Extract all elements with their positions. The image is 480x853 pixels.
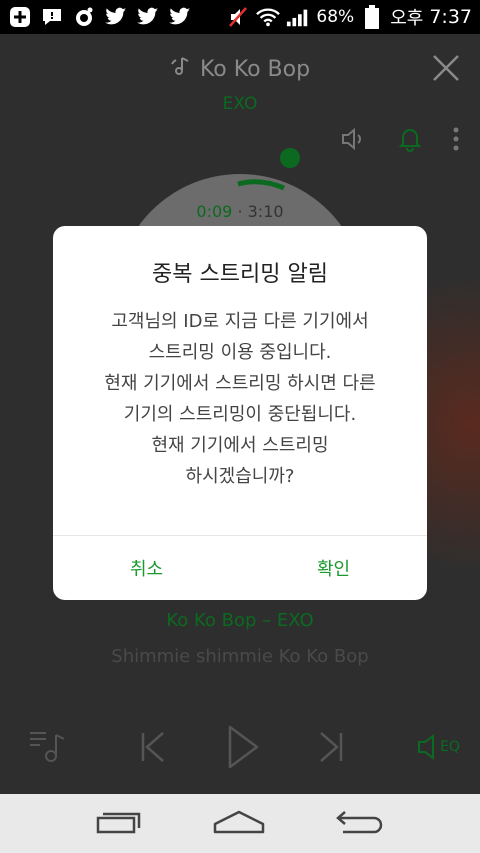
time-total: 3:10	[247, 202, 284, 221]
dialog-message-line: 고객님의 ID로 지금 다른 기기에서	[111, 311, 369, 332]
song-title-row: Ko Ko Bop	[0, 54, 480, 84]
eq-label: EQ	[440, 739, 460, 755]
cancel-button[interactable]: 취소	[53, 536, 240, 600]
dialog-message: 고객님의 ID로 지금 다른 기기에서 스트리밍 이용 중입니다. 현재 기기에…	[53, 306, 427, 492]
playlist-button[interactable]	[26, 724, 72, 770]
close-button[interactable]	[430, 52, 462, 84]
progress-arc[interactable]	[220, 142, 310, 192]
lyric-line: Shimmie shimmie Ko Ko Bop	[111, 646, 369, 667]
player-options	[340, 126, 460, 156]
android-nav-bar	[0, 794, 480, 853]
previous-button[interactable]	[132, 724, 172, 770]
recent-apps-icon	[96, 812, 140, 833]
twitter-icon	[136, 5, 160, 29]
dialog-title: 중복 스트리밍 알림	[152, 262, 328, 287]
playlist-icon	[30, 732, 65, 762]
recent-apps-button[interactable]	[95, 808, 143, 840]
dialog-message-line: 하시겠습니까?	[185, 466, 295, 487]
clock-time: 7:37	[429, 6, 472, 28]
back-icon	[336, 810, 383, 833]
time-current: 0:09	[196, 202, 233, 221]
play-icon	[228, 725, 259, 769]
signal-icon	[286, 5, 310, 29]
back-button[interactable]	[335, 808, 385, 840]
song-title: Ko Ko Bop	[199, 56, 311, 82]
dialog-message-line: 현재 기기에서 스트리밍	[151, 435, 329, 456]
confirm-button[interactable]: 확인	[240, 536, 427, 600]
home-icon	[213, 810, 265, 833]
dialog-message-line: 기기의 스트리밍이 중단됩니다.	[123, 404, 357, 425]
play-button[interactable]	[220, 724, 266, 770]
status-bar: 68% 오후 7:37	[0, 0, 480, 34]
dialog-message-line: 스트리밍 이용 중입니다.	[148, 342, 332, 363]
home-button[interactable]	[212, 808, 266, 840]
lyric-title: Ko Ko Bop – EXO	[166, 610, 314, 631]
artist-name: EXO	[222, 94, 258, 114]
bell-icon[interactable]	[398, 126, 422, 156]
next-button[interactable]	[312, 724, 352, 770]
close-icon	[433, 55, 459, 81]
battery-percent: 68%	[316, 7, 355, 27]
clock-ampm: 오후	[390, 8, 424, 29]
time-display: 0:09 · 3:10	[0, 202, 480, 221]
eq-icon	[418, 734, 435, 760]
volume-icon[interactable]	[340, 127, 368, 155]
wifi-icon	[256, 5, 281, 29]
next-icon	[320, 732, 343, 762]
battery-icon	[360, 5, 384, 29]
mute-icon	[226, 5, 250, 29]
more-icon[interactable]	[452, 126, 460, 156]
twitter-icon	[168, 5, 192, 29]
message-icon	[40, 5, 64, 29]
playback-controls: EQ	[0, 724, 480, 774]
eq-button[interactable]: EQ	[412, 724, 464, 770]
music-note-icon	[170, 54, 194, 84]
twitter-icon	[104, 5, 128, 29]
record-icon	[72, 5, 96, 29]
duplicate-streaming-dialog: 중복 스트리밍 알림 고객님의 ID로 지금 다른 기기에서 스트리밍 이용 중…	[53, 226, 427, 600]
add-icon	[8, 5, 32, 29]
dialog-message-line: 현재 기기에서 스트리밍 하시면 다른	[104, 373, 376, 394]
time-separator: ·	[237, 202, 248, 221]
previous-icon	[141, 732, 164, 762]
